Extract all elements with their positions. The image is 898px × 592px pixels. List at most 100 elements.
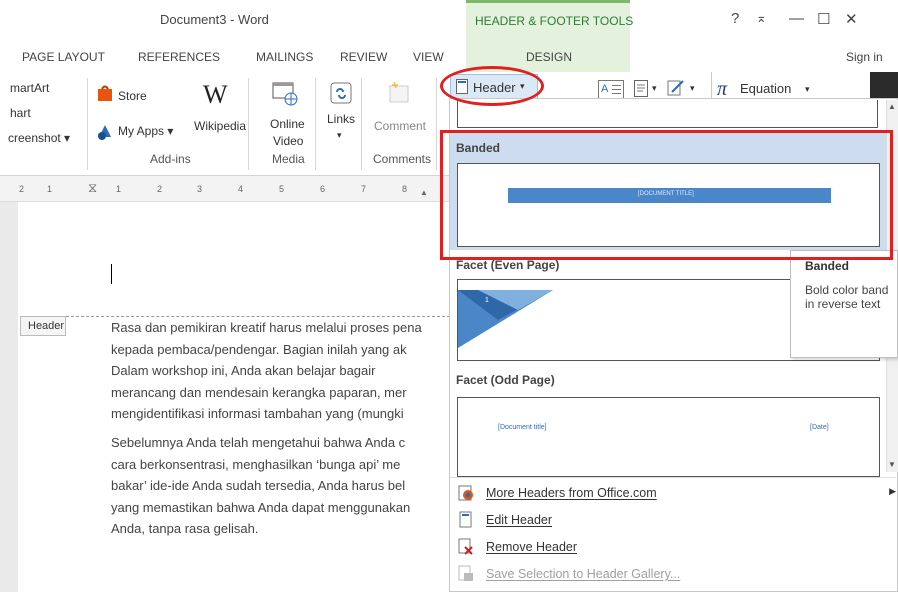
more-headers-menu-item[interactable]: More Headers from Office.com ▶ (450, 480, 896, 506)
my-apps-button[interactable]: My Apps ▾ (118, 124, 173, 138)
ribbon-display-options-icon[interactable]: ⌅ (756, 10, 767, 26)
page-margin (0, 202, 18, 592)
scroll-up-icon[interactable]: ▲ (888, 102, 896, 111)
scroll-down-icon[interactable]: ▼ (888, 460, 896, 469)
links-button[interactable]: Links (327, 112, 355, 126)
dark-panel-edge (870, 72, 898, 98)
group-label-comments: Comments (373, 152, 432, 166)
save-gallery-icon (458, 565, 474, 582)
tab-page-layout[interactable]: PAGE LAYOUT (22, 50, 105, 64)
quick-parts-dropdown-icon[interactable]: ▾ (652, 83, 657, 94)
globe-icon (458, 484, 474, 501)
facet-page-number: 1 (485, 297, 489, 304)
save-selection-menu-item[interactable]: Save Selection to Header Gallery... (450, 561, 896, 587)
smartart-button[interactable]: martArt (10, 81, 49, 95)
gallery-item-blank[interactable] (457, 100, 878, 128)
minimize-button[interactable]: — (789, 10, 804, 27)
sign-in-link[interactable]: Sign in (846, 50, 883, 64)
comment-icon (388, 80, 412, 106)
ruler-tick: 1 (116, 184, 122, 194)
document-title: Document3 - Word (160, 12, 269, 27)
more-headers-label: More Headers from Office.com (486, 486, 657, 500)
text-line: Anda, tanpa rasa gelisah. (111, 521, 259, 536)
text-line: Sebelumnya Anda telah mengetahui bahwa A… (111, 435, 406, 450)
signature-line-icon[interactable] (667, 78, 685, 96)
group-label-media: Media (272, 152, 305, 166)
my-apps-label: My Apps (118, 124, 165, 138)
comment-button[interactable]: Comment (374, 119, 426, 133)
facet-odd-thumbnail[interactable]: [Document title] [Date] (457, 397, 880, 477)
annotation-rectangle (440, 130, 893, 260)
tab-references[interactable]: REFERENCES (138, 50, 220, 64)
indent-marker-icon[interactable]: ⧖ (88, 180, 97, 196)
tab-mailings[interactable]: MAILINGS (256, 50, 313, 64)
tab-stop-icon[interactable]: ▲ (420, 188, 428, 197)
store-button[interactable]: Store (118, 89, 147, 103)
remove-header-icon (458, 538, 474, 555)
ruler-tick: 6 (320, 184, 326, 194)
ruler-tick: 3 (197, 184, 203, 194)
links-icon (330, 82, 352, 104)
contextual-tab-title: HEADER & FOOTER TOOLS (475, 14, 634, 28)
store-icon (96, 84, 114, 102)
edit-header-menu-item[interactable]: Edit Header (450, 507, 896, 533)
wikipedia-icon: W (203, 80, 228, 109)
online-video-button[interactable]: Online (270, 117, 305, 131)
edit-header-label: Edit Header (486, 513, 553, 527)
equation-dropdown-chevron-icon[interactable]: ▾ (805, 84, 810, 95)
header-tag: Header (20, 316, 66, 336)
screenshot-label: creenshot (8, 131, 61, 145)
equation-button[interactable]: Equation (740, 81, 791, 96)
ruler-tick: 5 (279, 184, 285, 194)
text-line: kepada pembaca/pendengar. Bagian inilah … (111, 341, 407, 357)
remove-header-label: Remove Header (486, 540, 578, 554)
tab-review[interactable]: REVIEW (340, 50, 387, 64)
horizontal-ruler[interactable]: 2 1 ⧖ 1 2 3 4 5 6 7 8 ▲ (0, 176, 450, 202)
text-line: bakar’ ide-ide Anda sudah tersedia, Anda… (111, 478, 406, 493)
tab-design[interactable]: DESIGN (526, 50, 572, 64)
save-selection-label: Save Selection to Header Gallery... (486, 567, 681, 581)
maximize-button[interactable]: ☐ (817, 10, 830, 28)
facet-odd-title-placeholder: [Document title] (498, 424, 547, 431)
text-box-icon[interactable]: A (598, 80, 624, 100)
chart-button[interactable]: hart (10, 106, 31, 120)
annotation-ellipse (440, 66, 544, 106)
close-button[interactable]: ✕ (845, 10, 858, 28)
group-divider (315, 78, 316, 170)
group-label-addins: Add-ins (150, 152, 191, 166)
ruler-tick: 2 (19, 184, 25, 194)
page-icon (458, 511, 474, 528)
gallery-group-facet-odd: Facet (Odd Page) (456, 373, 555, 387)
text-line: mengidentifikasi informasi tambahan yang… (111, 406, 404, 421)
links-dropdown-chevron-icon[interactable]: ▾ (337, 130, 342, 141)
ruler-tick: 7 (361, 184, 367, 194)
text-cursor (111, 264, 112, 284)
help-button[interactable]: ? (731, 10, 739, 27)
ruler-tick: 2 (157, 184, 163, 194)
facet-odd-date-placeholder: [Date] (810, 424, 829, 431)
screenshot-button[interactable]: creenshot ▾ (8, 131, 70, 145)
tab-view[interactable]: VIEW (413, 50, 444, 64)
text-line: Rasa dan pemikiran kreatif harus melalui… (111, 320, 422, 335)
banded-tooltip: Banded Bold color band in reverse text (790, 250, 898, 358)
submenu-arrow-icon: ▶ (889, 486, 896, 496)
tooltip-title: Banded (805, 259, 850, 273)
text-line: cara berkonsentrasi, menghasilkan ‘bunga… (111, 456, 401, 472)
text-line: merancang dan mendesain kerangka paparan… (111, 384, 407, 400)
ruler-tick: 8 (402, 184, 408, 194)
wikipedia-button[interactable]: Wikipedia (194, 119, 246, 133)
online-video-label: Video (273, 134, 304, 148)
quick-parts-icon[interactable] (634, 80, 648, 97)
tooltip-line-1: Bold color band (805, 283, 889, 297)
remove-header-menu-item[interactable]: Remove Header (450, 534, 896, 560)
body-paragraph-2[interactable]: Sebelumnya Anda telah mengetahui bahwa A… (111, 432, 450, 540)
group-divider (436, 78, 437, 170)
text-line: yang memastikan bahwa Anda dapat menggun… (111, 499, 411, 515)
group-divider (87, 78, 88, 170)
group-divider (361, 78, 362, 170)
body-paragraph-1[interactable]: Rasa dan pemikiran kreatif harus melalui… (111, 317, 450, 425)
text-line: Dalam workshop ini, Anda akan belajar ba… (111, 363, 376, 378)
signature-dropdown-icon[interactable]: ▾ (690, 83, 695, 94)
menu-divider (450, 477, 896, 478)
facet-shape-graphic (458, 290, 553, 348)
